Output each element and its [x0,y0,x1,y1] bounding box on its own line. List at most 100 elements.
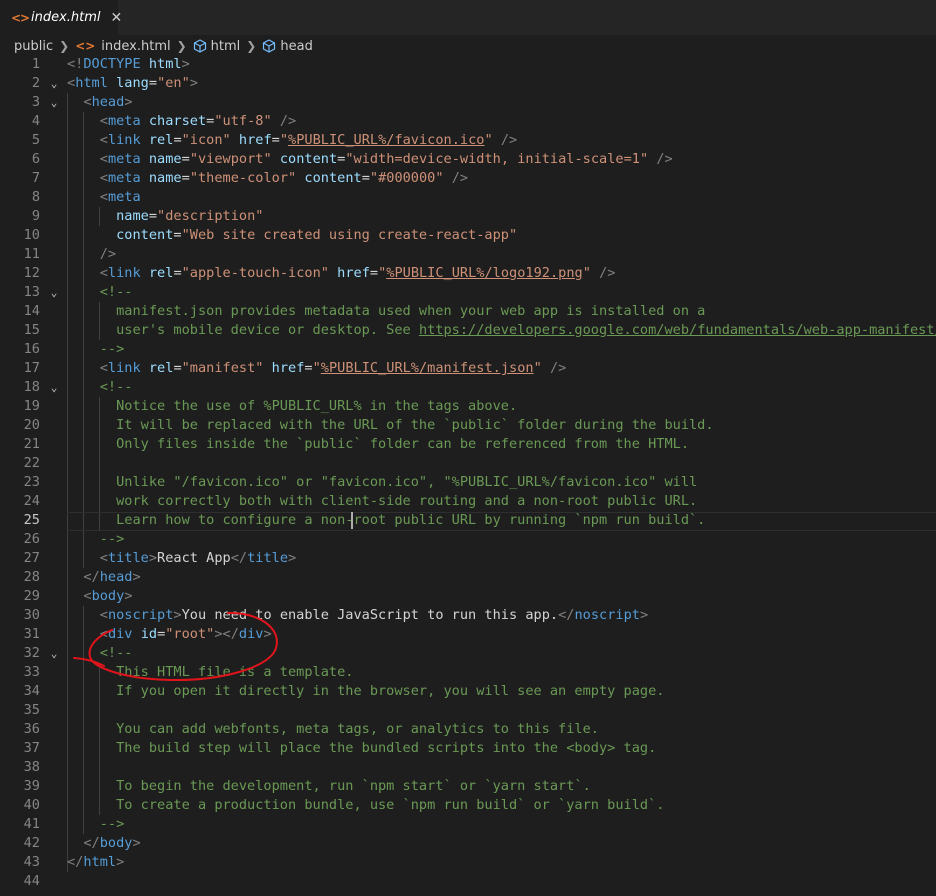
code-line[interactable]: 30 <noscript>You need to enable JavaScri… [0,606,936,625]
code-line[interactable]: 28 </head> [0,568,936,587]
code-line[interactable]: 2 ⌄ <html lang="en"> [0,74,936,93]
code-token: = [173,132,182,148]
code-line[interactable]: 44 [0,872,936,891]
code-line[interactable]: 36 You can add webfonts, meta tags, or a… [0,720,936,739]
line-number: 25 [23,512,40,528]
code-line[interactable]: 5 <link rel="icon" href="%PUBLIC_URL%/fa… [0,131,936,150]
code-line[interactable]: 15 user's mobile device or desktop. See … [0,321,936,340]
line-number: 34 [23,683,40,699]
code-token: If you open it directly in the browser, … [116,683,665,699]
fold-chevron-icon[interactable]: ⌄ [46,378,62,397]
code-line[interactable]: 32 ⌄ <!-- [0,644,936,663]
code-line[interactable]: 39 To begin the development, run `npm st… [0,777,936,796]
fold-chevron-icon[interactable]: ⌄ [46,644,62,663]
breadcrumb-public[interactable]: public [14,39,53,54]
breadcrumb-head[interactable]: head [262,38,313,54]
code-line[interactable]: 31 <div id="root"></div> [0,625,936,644]
breadcrumb-index-html[interactable]: <> index.html [75,39,170,54]
code-text: If you open it directly in the browser, … [67,682,664,701]
code-line[interactable]: 22 [0,454,936,473]
code-line[interactable]: 34 If you open it directly in the browse… [0,682,936,701]
code-line[interactable]: 14 manifest.json provides metadata used … [0,302,936,321]
line-number: 18 [23,379,40,395]
code-line[interactable]: 17 <link rel="manifest" href="%PUBLIC_UR… [0,359,936,378]
line-number: 14 [23,303,40,319]
code-line[interactable]: 7 <meta name="theme-color" content="#000… [0,169,936,188]
fold-chevron-icon[interactable]: ⌄ [46,283,62,302]
code-line[interactable]: 25 Learn how to configure a non-root pub… [0,511,936,530]
code-line[interactable]: 33 This HTML file is a template. [0,663,936,682]
tab-index-html[interactable]: <> index.html ✕ [0,0,122,35]
line-number: 8 [31,189,40,205]
code-token: charset [148,113,207,129]
code-line[interactable]: 26 --> [0,530,936,549]
code-line[interactable]: 9 name="description" [0,207,936,226]
code-token: < [99,626,108,642]
code-line[interactable]: 6 <meta name="viewport" content="width=d… [0,150,936,169]
chevron-right-icon: ❯ [246,39,257,53]
code-token: = [271,132,280,148]
code-text: This HTML file is a template. [67,663,353,682]
fold-chevron-icon[interactable]: ⌄ [46,74,62,93]
code-line[interactable]: 4 <meta charset="utf-8" /> [0,112,936,131]
code-line[interactable]: 37 The build step will place the bundled… [0,739,936,758]
code-line[interactable]: 21 Only files inside the `public` folder… [0,435,936,454]
code-line[interactable]: 20 It will be replaced with the URL of t… [0,416,936,435]
code-line[interactable]: 38 [0,758,936,777]
code-token: " [312,360,321,376]
breadcrumb-html[interactable]: html [193,39,240,54]
code-text: <!-- [67,283,133,302]
code-line[interactable]: 27 <title>React App</title> [0,549,936,568]
code-token: /> [279,113,297,129]
code-line[interactable]: 41 --> [0,815,936,834]
code-token: > [181,56,190,72]
code-text: <meta name="theme-color" content="#00000… [67,169,468,188]
code-token: href [271,360,305,376]
breadcrumb: public ❯ <> index.html ❯ html ❯ head [0,35,936,57]
code-line[interactable]: 43 </html> [0,853,936,872]
code-text: It will be replaced with the URL of the … [67,416,713,435]
line-number: 3 [31,94,40,110]
fold-chevron-icon[interactable]: ⌄ [46,93,62,112]
code-line[interactable]: 12 <link rel="apple-touch-icon" href="%P… [0,264,936,283]
code-text: <meta charset="utf-8" /> [67,112,296,131]
code-token: < [99,189,108,205]
code-text: <noscript>You need to enable JavaScript … [67,606,648,625]
code-token: /> [599,265,616,281]
code-token: link [107,360,141,376]
code-line[interactable]: 40 To create a production bundle, use `n… [0,796,936,815]
code-line[interactable]: 11 /> [0,245,936,264]
line-number: 1 [31,56,40,72]
code-token: title [107,550,149,566]
line-number: 20 [23,417,40,433]
code-line[interactable]: 13 ⌄ <!-- [0,283,936,302]
code-line[interactable]: 42 </body> [0,834,936,853]
code-token: > [116,854,125,870]
code-line[interactable]: 23 Unlike "/favicon.ico" or "favicon.ico… [0,473,936,492]
code-line[interactable]: 24 work correctly both with client-side … [0,492,936,511]
close-icon[interactable]: ✕ [111,10,123,26]
code-token: "en" [157,75,190,91]
symbol-cube-icon [193,39,207,53]
code-token: "viewport" [189,151,272,167]
breadcrumb-label: public [14,38,54,54]
code-token: "Web site created using create-react-app… [181,227,518,243]
code-line[interactable]: 1 <!DOCTYPE html> [0,55,936,74]
code-line[interactable]: 3 ⌄ <head> [0,93,936,112]
breadcrumb-label: head [280,38,313,54]
code-line[interactable]: 19 Notice the use of %PUBLIC_URL% in the… [0,397,936,416]
line-number: 27 [23,550,40,566]
code-line[interactable]: 10 content="Web site created using creat… [0,226,936,245]
code-line[interactable]: 29 <body> [0,587,936,606]
code-editor[interactable]: 1 <!DOCTYPE html> 2 ⌄ <html lang="en"> 3 ⌄ <he… [0,55,936,896]
line-number: 11 [23,246,40,262]
code-line[interactable]: 8 <meta [0,188,936,207]
code-line[interactable]: 18 ⌄ <!-- [0,378,936,397]
code-line[interactable]: 35 [0,701,936,720]
code-line[interactable]: 16 --> [0,340,936,359]
